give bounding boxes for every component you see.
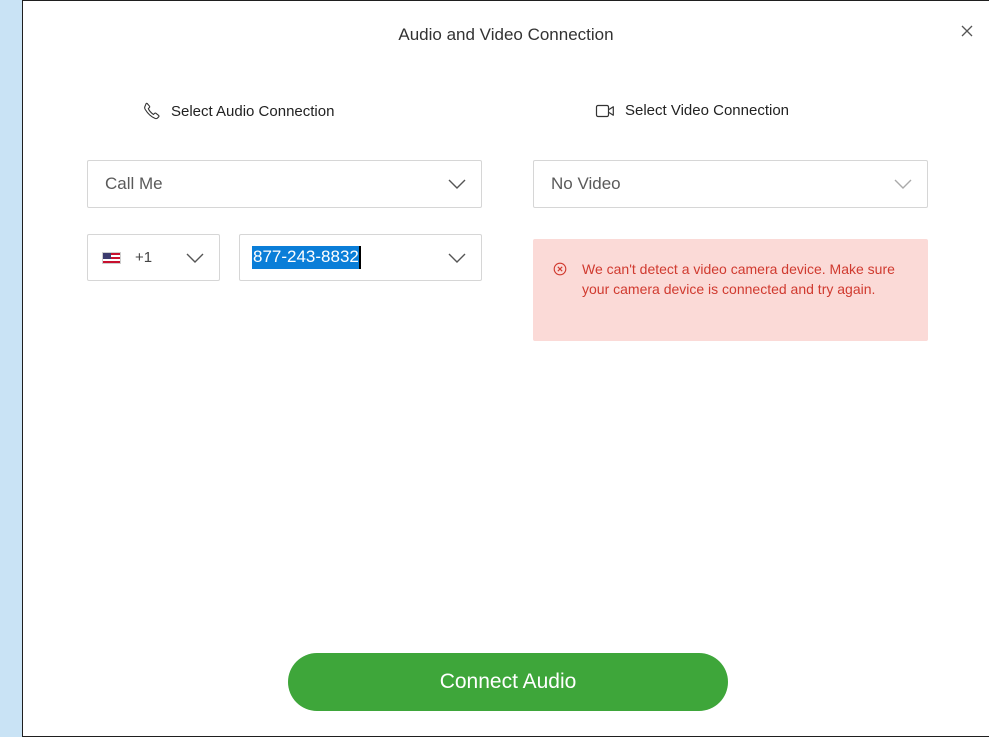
video-section-header: Select Video Connection (595, 102, 789, 119)
error-circle-icon (553, 262, 567, 276)
video-connection-select[interactable]: No Video (533, 160, 928, 208)
video-camera-icon (595, 104, 614, 117)
audio-section-header: Select Audio Connection (143, 102, 334, 120)
chevron-down-icon (448, 179, 466, 189)
phone-number-input[interactable]: 877-243-8832 (239, 234, 482, 281)
audio-section-title: Select Audio Connection (171, 102, 335, 120)
phone-number-value: 877-243-8832 (252, 246, 361, 269)
dialog-title: Audio and Video Connection (398, 25, 614, 44)
audio-connection-value: Call Me (105, 174, 163, 193)
chevron-down-icon (448, 253, 466, 263)
video-section-title: Select Video Connection (625, 102, 790, 119)
video-error-message: We can't detect a video camera device. M… (582, 261, 895, 297)
audio-connection-select[interactable]: Call Me (87, 160, 482, 208)
us-flag-icon (102, 251, 121, 264)
chevron-down-icon (894, 179, 912, 189)
connect-audio-button[interactable]: Connect Audio (288, 653, 728, 711)
close-icon[interactable] (959, 23, 975, 39)
phone-icon (144, 102, 160, 120)
chevron-down-icon (186, 253, 204, 263)
country-code-value: +1 (135, 249, 153, 266)
audio-video-dialog: Audio and Video Connection Select Audio … (22, 0, 989, 737)
country-code-select[interactable]: +1 (87, 234, 220, 281)
video-connection-value: No Video (551, 174, 621, 193)
video-error-alert: We can't detect a video camera device. M… (533, 239, 928, 341)
